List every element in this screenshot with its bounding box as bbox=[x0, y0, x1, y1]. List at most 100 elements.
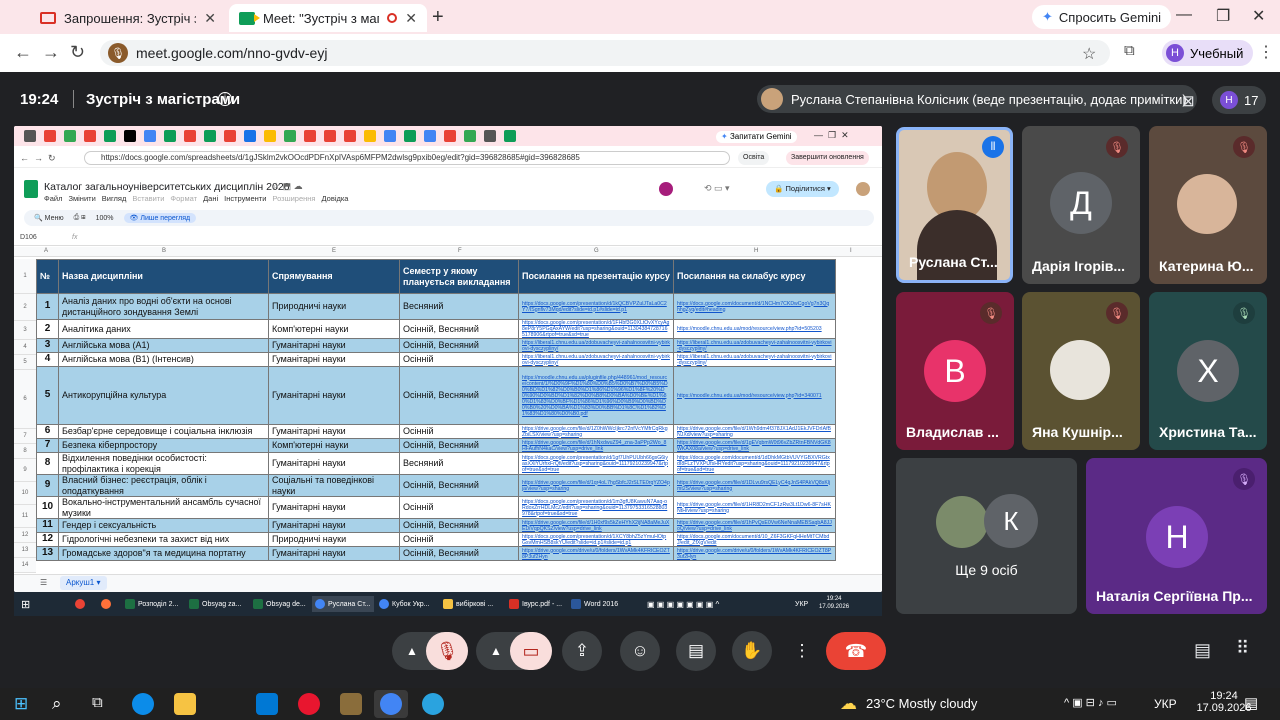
presentation-link[interactable]: https://moodle.chnu.edu.ua/pluginfile.ph… bbox=[518, 366, 674, 425]
camera-options-chevron-icon[interactable]: ▲ bbox=[490, 644, 502, 658]
close-window-icon[interactable]: ✕ bbox=[1252, 6, 1265, 26]
presentation-link[interactable]: https://docs.google.com/presentation/d/1… bbox=[518, 452, 674, 475]
mic-options-chevron-icon[interactable]: ▲ bbox=[406, 644, 418, 658]
header-cell: Спрямування bbox=[268, 259, 400, 294]
syllabus-link[interactable]: https://docs.google.com/document/d/1NCHm… bbox=[673, 293, 836, 320]
syllabus-link[interactable]: https://drive.google.com/file/d/1Wh9dm4f… bbox=[673, 424, 836, 439]
syllabus-link[interactable]: https://drive.google.com/file/d/1gEVqbmW… bbox=[673, 438, 836, 453]
excel-icon bbox=[189, 599, 199, 609]
syllabus-link[interactable]: https://moodle.chnu.edu.ua/mod/resource/… bbox=[673, 366, 836, 425]
presentation-link[interactable]: https://drive.google.com/drive/u/0/folde… bbox=[518, 546, 674, 561]
presentation-link[interactable]: https://liberal1.chnu.edu.ua/zdobuvachey… bbox=[518, 338, 674, 353]
participant-tile[interactable]: 🎙 Катерина Ю... bbox=[1149, 126, 1267, 284]
course-name: Безпека кіберпростору bbox=[58, 438, 269, 453]
end-call-icon: ☎ bbox=[844, 640, 868, 661]
tray-clock: 19:24 17.09.2026 bbox=[819, 596, 850, 610]
end-call-button[interactable]: ☎ bbox=[826, 632, 886, 670]
extensions-icon[interactable]: ⧉ bbox=[1124, 42, 1135, 59]
row-numbers: 1 2 3 4 5 6 7 8 9 10 11 12 13 14 bbox=[14, 259, 36, 573]
more-participants-tile[interactable]: К Ще 9 осіб bbox=[896, 458, 1077, 614]
syllabus-link[interactable]: https://liberal1.chnu.edu.ua/zdobuvachey… bbox=[673, 352, 836, 367]
row-index: 9 bbox=[36, 474, 59, 497]
presentation-link[interactable]: https://docs.google.com/presentation/d/1… bbox=[518, 532, 674, 547]
windows-start-icon[interactable]: ⊞ bbox=[14, 694, 28, 714]
participants-button[interactable]: Н 17 bbox=[1212, 86, 1267, 114]
activities-icon[interactable]: ⠿ bbox=[1236, 638, 1249, 659]
telegram-icon[interactable] bbox=[422, 693, 444, 715]
syllabus-link[interactable]: https://liberal1.chnu.edu.ua/zdobuvachey… bbox=[673, 338, 836, 353]
table-row: 1 Аналіз даних про водні об'єкти на основ… bbox=[36, 293, 836, 320]
file-explorer-icon[interactable] bbox=[174, 693, 196, 715]
syllabus-link[interactable]: https://drive.google.com/file/d/1hPvQsE0… bbox=[673, 518, 836, 533]
maximize-icon[interactable]: ❐ bbox=[1216, 6, 1230, 26]
info-icon[interactable]: i bbox=[218, 92, 232, 106]
present-button[interactable]: ⇪ bbox=[562, 631, 602, 671]
participant-tile[interactable]: Д 🎙 Дарія Ігорів... bbox=[1022, 126, 1140, 284]
meeting-title: Зустріч з магістрами bbox=[86, 91, 241, 108]
shared-screen: ✦ Запитати Gemini — ❐ ✕ ← → ↻ https://do… bbox=[14, 126, 882, 592]
close-tab-icon[interactable]: ✕ bbox=[204, 10, 216, 27]
participant-tile[interactable]: Н 🎙 Наталія Сергіївна Пр... bbox=[1086, 458, 1267, 614]
syllabus-link[interactable]: https://moodle.chnu.edu.ua/mod/resource/… bbox=[673, 319, 836, 339]
tab-meet[interactable]: Meet: "Зустріч з магістрами" ✕ bbox=[229, 4, 427, 32]
presentation-link[interactable]: https://drive.google.com/file/d/1qr4oL7h… bbox=[518, 474, 674, 497]
shared-gemini-button[interactable]: ✦ Запитати Gemini bbox=[716, 131, 797, 143]
forward-icon[interactable]: → bbox=[42, 42, 60, 63]
url-bar[interactable]: 🎙 meet.google.com/nno-gvdv-eyj bbox=[100, 40, 1110, 66]
reload-icon[interactable]: ↻ bbox=[70, 42, 85, 63]
participant-tile[interactable]: 🎙 Яна Кушнір... bbox=[1022, 292, 1140, 450]
profile-button[interactable]: Н Учебный bbox=[1162, 40, 1254, 66]
avatar bbox=[659, 182, 673, 196]
gemini-button[interactable]: ✦ Спросить Gemini bbox=[1032, 5, 1172, 29]
presentation-link[interactable]: https://drive.google.com/file/d/1H0xf9s5… bbox=[518, 518, 674, 533]
opera-icon[interactable] bbox=[298, 693, 320, 715]
syllabus-link[interactable]: https://drive.google.com/file/d/1DLvu9rs… bbox=[673, 474, 836, 497]
syllabus-link[interactable]: https://docs.google.com/document/d/10_Z6… bbox=[673, 532, 836, 547]
weather-label[interactable]: 23°C Mostly cloudy bbox=[866, 696, 977, 711]
course-semester: Осінній, Весняний bbox=[399, 474, 519, 497]
close-tab-icon[interactable]: ✕ bbox=[405, 10, 417, 27]
course-semester: Осінній, Весняний bbox=[399, 518, 519, 533]
presentation-link[interactable]: https://docs.google.com/presentation/d/1… bbox=[518, 319, 674, 339]
participant-tile[interactable]: В 🎙 Владислав ... bbox=[896, 292, 1014, 450]
course-direction: Комп'ютерні науки bbox=[268, 319, 400, 339]
mic-toggle-button[interactable]: 🎙 bbox=[426, 632, 468, 670]
raise-hand-button[interactable]: ✋ bbox=[732, 631, 772, 671]
tray-icons[interactable]: ^ ▣ ⊟ ♪ ▭ bbox=[1064, 696, 1117, 709]
edge-icon[interactable] bbox=[132, 693, 154, 715]
task-view-icon[interactable]: ⧉ bbox=[92, 694, 103, 711]
presentation-link[interactable]: https://docs.google.com/presentation/d/1… bbox=[518, 496, 674, 519]
syllabus-link[interactable]: https://docs.google.com/document/d/1dDhk… bbox=[673, 452, 836, 475]
app-icon[interactable] bbox=[340, 693, 362, 715]
row-index: 8 bbox=[36, 452, 59, 475]
row-number: 10 bbox=[14, 482, 36, 505]
back-icon[interactable]: ← bbox=[14, 42, 32, 63]
chat-icon[interactable]: ▤ bbox=[1194, 640, 1211, 661]
mail-icon[interactable] bbox=[256, 693, 278, 715]
presentation-link[interactable]: https://liberal1.chnu.edu.ua/zdobuvachey… bbox=[518, 352, 674, 367]
bookmark-star-icon[interactable]: ☆ bbox=[1082, 44, 1096, 64]
input-language[interactable]: УКР bbox=[1154, 697, 1177, 711]
more-options-button[interactable]: ⋮ bbox=[782, 631, 822, 671]
presentation-link[interactable]: https://drive.google.com/file/d/1hNxdwuZ… bbox=[518, 438, 674, 453]
participant-tile[interactable]: Х 🎙 Христина Та... bbox=[1149, 292, 1267, 450]
minimize-icon[interactable]: — bbox=[1176, 6, 1192, 24]
presentation-link[interactable]: https://docs.google.com/presentation/d/1… bbox=[518, 293, 674, 320]
syllabus-link[interactable]: https://drive.google.com/drive/u/0/folde… bbox=[673, 546, 836, 561]
notifications-icon[interactable]: ▤ bbox=[1244, 694, 1258, 712]
captions-button[interactable]: ▤ bbox=[676, 631, 716, 671]
site-info-icon[interactable]: 🎙 bbox=[108, 43, 128, 63]
presenter-chip[interactable]: Руслана Степанівна Колісник (веде презен… bbox=[757, 85, 1197, 113]
presentation-link[interactable]: https://drive.google.com/file/d/1Z0hWWcI… bbox=[518, 424, 674, 439]
avatar bbox=[936, 496, 988, 548]
doc-title: Каталог загальноуніверситетських дисципл… bbox=[44, 181, 290, 193]
new-tab-button[interactable]: + bbox=[432, 6, 444, 29]
camera-toggle-button[interactable]: ▭ bbox=[510, 632, 552, 670]
participant-tile[interactable]: ⦀ Руслана Ст... bbox=[896, 127, 1013, 283]
search-icon[interactable]: ⌕ bbox=[52, 694, 62, 714]
tab-gmail[interactable]: Запрошення: Зустріч з магістр ✕ bbox=[30, 4, 226, 32]
menu-kebab-icon[interactable]: ⋮ bbox=[1258, 42, 1274, 62]
emoji-button[interactable]: ☺ bbox=[620, 631, 660, 671]
syllabus-link[interactable]: https://drive.google.com/file/d/1HR8D2mC… bbox=[673, 496, 836, 519]
stop-presentation-icon[interactable]: ⊠ bbox=[1182, 92, 1195, 110]
